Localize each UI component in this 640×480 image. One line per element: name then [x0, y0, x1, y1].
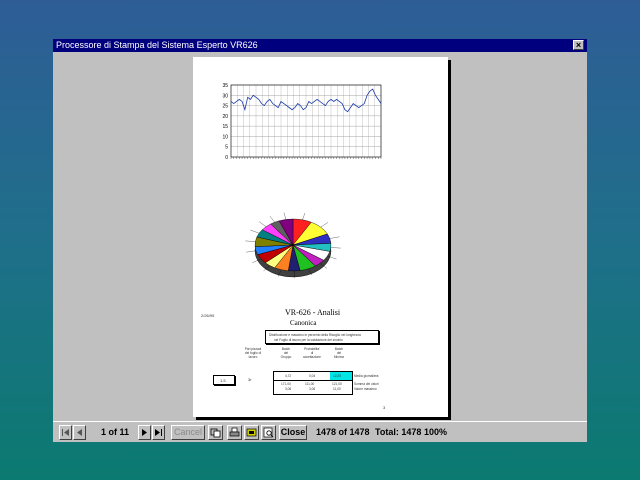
y-tick-label: 25 — [222, 104, 228, 110]
preview-area[interactable]: 0 5 10 15 20 25 30 35 2/26/95 VR-626 - Analisi … — [53, 52, 587, 421]
leader-line — [302, 212, 306, 220]
search-text-icon — [263, 427, 274, 438]
page-indicator: 1 of 11 — [101, 427, 130, 437]
total-count: Total: 1478 — [375, 427, 422, 437]
cell-2-3: Valore massimo — [354, 387, 377, 391]
y-tick-label: 0 — [225, 155, 228, 161]
close-window-button[interactable]: × — [573, 40, 584, 50]
prev-page-button[interactable] — [73, 425, 86, 440]
print-icon — [229, 427, 240, 437]
cell-1-3: Somma dei valori — [354, 382, 379, 386]
close-button[interactable]: Close — [279, 425, 307, 440]
report-viewer-window: Processore di Stampa del Sistema Esperto… — [53, 39, 587, 442]
y-tick-label: 35 — [222, 83, 228, 89]
description-line-2: nel Foglio di lavoro per la valutazione … — [274, 338, 343, 342]
report-heading: VR-626 - Analisi — [285, 308, 341, 317]
line-chart: 0 5 10 15 20 25 30 35 — [222, 83, 382, 161]
cell-2-0: 3,06 — [285, 387, 292, 391]
record-counter: 1478 of 1478 — [316, 427, 370, 437]
cell-0-0: 4,72 — [285, 374, 292, 378]
leader-line — [329, 236, 340, 239]
window-title: Processore di Stampa del Sistema Esperto… — [56, 40, 258, 50]
pie-chart — [245, 212, 341, 278]
cell-0-1: 0,04 — [309, 374, 316, 378]
last-page-icon — [155, 429, 162, 436]
cell-2-1: 3,06 — [309, 387, 316, 391]
zoom-level: 100% — [424, 427, 448, 437]
print-setup-icon — [246, 428, 257, 437]
last-page-button[interactable] — [152, 425, 165, 440]
description-box: Distribuzione e massimo in percento dell… — [265, 330, 379, 344]
leader-line — [269, 215, 275, 223]
cell-2-2: 11,00 — [333, 387, 341, 391]
first-page-button[interactable] — [59, 425, 72, 440]
cell-1-0: 171,00 — [281, 382, 291, 386]
cell-0-3: Media giornaliera — [354, 374, 379, 378]
export-button[interactable] — [208, 425, 223, 440]
title-bar: Processore di Stampa del Sistema Esperto… — [53, 39, 587, 52]
col-header-4: Batch del Minimo — [333, 347, 345, 359]
col-header-3: Probabilita' di accettazione — [303, 347, 321, 359]
report-page: 0 5 10 15 20 25 30 35 2/26/95 VR-626 - Analisi … — [193, 57, 448, 417]
description-line-1: Distribuzione e massimo in percento dell… — [269, 333, 361, 337]
cell-1-1: 111,00 — [305, 382, 315, 386]
leader-line — [330, 247, 341, 249]
cell-0-2: 12,25 — [333, 374, 341, 378]
y-tick-label: 15 — [222, 124, 228, 130]
y-tick-label: 20 — [222, 114, 228, 120]
row-value-2: 3r — [248, 377, 252, 382]
report-date: 2/26/95 — [201, 313, 215, 318]
col-header-2: Batch del Gruppo — [280, 347, 292, 359]
cell-1-2: 121,00 — [332, 382, 342, 386]
page-marker: 3 — [383, 405, 386, 410]
status-bar: 1 of 11 Cancel Close 1478 of 1478 Total:… — [53, 421, 587, 442]
leader-line — [320, 222, 329, 228]
first-page-icon — [62, 429, 69, 436]
leader-line — [246, 250, 256, 253]
leader-line — [258, 221, 267, 227]
cancel-button[interactable]: Cancel — [171, 425, 205, 440]
col-header-1: Pari pizzaol del foglio di lavoro — [244, 347, 262, 359]
leader-line — [245, 240, 256, 242]
next-page-icon — [142, 429, 147, 436]
leader-line — [250, 229, 260, 234]
export-icon — [210, 428, 221, 438]
report-subheading: Canonica — [290, 319, 317, 327]
leader-line — [283, 212, 287, 220]
y-tick-label: 30 — [222, 93, 228, 99]
next-page-button[interactable] — [138, 425, 151, 440]
prev-page-icon — [77, 429, 82, 436]
search-text-button[interactable] — [261, 425, 276, 440]
y-tick-label: 5 — [225, 145, 228, 151]
y-tick-label: 10 — [222, 134, 228, 140]
print-button[interactable] — [227, 425, 242, 440]
row-key-box: 1.5 — [213, 375, 235, 385]
print-setup-button[interactable] — [244, 425, 259, 440]
